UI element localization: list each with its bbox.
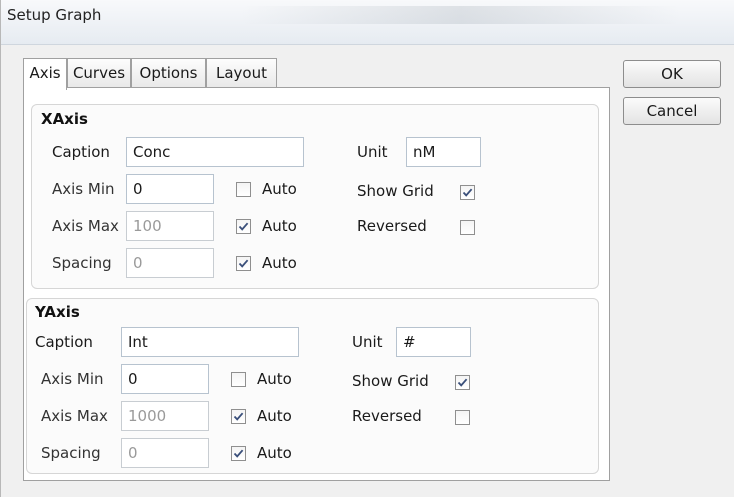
checkmark-icon [233,412,244,421]
checkmark-icon [457,378,468,387]
yaxis-min-auto-checkbox[interactable] [231,372,246,387]
yaxis-caption-input[interactable]: Int [121,327,299,357]
xaxis-caption-input[interactable]: Conc [126,137,304,167]
yaxis-reversed-label: Reversed [352,407,422,425]
window-title: Setup Graph [7,6,102,24]
yaxis-max-auto-checkbox[interactable] [231,409,246,424]
xaxis-spacing-label: Spacing [52,254,112,272]
yaxis-min-auto-label: Auto [257,370,292,388]
xaxis-group-title: XAxis [41,110,88,128]
tab-axis[interactable]: Axis [23,58,67,90]
yaxis-spacing-input[interactable]: 0 [121,438,209,468]
xaxis-max-auto-label: Auto [262,217,297,235]
xaxis-group: XAxis Caption Conc Unit nM Axis Min 0 Au… [31,104,599,289]
yaxis-max-auto-label: Auto [257,407,292,425]
xaxis-show-grid-checkbox[interactable] [460,185,475,200]
xaxis-reversed-checkbox[interactable] [460,220,475,235]
checkmark-icon [462,188,473,197]
checkmark-icon [238,259,249,268]
xaxis-spacing-auto-label: Auto [262,254,297,272]
xaxis-min-input[interactable]: 0 [126,174,214,204]
xaxis-max-label: Axis Max [52,217,119,235]
yaxis-show-grid-checkbox[interactable] [455,375,470,390]
title-bar: Setup Graph [1,0,734,45]
xaxis-unit-input[interactable]: nM [406,137,481,167]
title-bar-blur [241,6,681,24]
xaxis-min-auto-label: Auto [262,180,297,198]
ok-button[interactable]: OK [623,60,721,88]
xaxis-spacing-input[interactable]: 0 [126,248,214,278]
axis-tab-panel: XAxis Caption Conc Unit nM Axis Min 0 Au… [23,87,610,481]
yaxis-spacing-label: Spacing [41,444,101,462]
xaxis-unit-label: Unit [357,143,388,161]
xaxis-min-auto-checkbox[interactable] [236,182,251,197]
xaxis-reversed-label: Reversed [357,217,427,235]
yaxis-spacing-auto-label: Auto [257,444,292,462]
xaxis-caption-label: Caption [52,143,110,161]
yaxis-max-label: Axis Max [41,407,108,425]
yaxis-spacing-auto-checkbox[interactable] [231,446,246,461]
yaxis-max-input[interactable]: 1000 [121,401,209,431]
yaxis-reversed-checkbox[interactable] [455,410,470,425]
xaxis-max-input[interactable]: 100 [126,211,214,241]
tab-curves[interactable]: Curves [67,58,131,88]
xaxis-spacing-auto-checkbox[interactable] [236,256,251,271]
tab-layout[interactable]: Layout [206,58,277,88]
checkmark-icon [238,222,249,231]
tab-options[interactable]: Options [131,58,206,88]
xaxis-show-grid-label: Show Grid [357,182,434,200]
yaxis-min-input[interactable]: 0 [121,364,209,394]
yaxis-group: YAxis Caption Int Unit # Axis Min 0 Auto… [26,298,599,474]
yaxis-show-grid-label: Show Grid [352,372,429,390]
xaxis-min-label: Axis Min [52,180,115,198]
xaxis-max-auto-checkbox[interactable] [236,219,251,234]
cancel-button[interactable]: Cancel [623,97,721,125]
yaxis-group-title: YAxis [35,303,80,321]
yaxis-caption-label: Caption [35,333,93,351]
setup-graph-dialog: Setup Graph Axis Curves Options Layout X… [0,0,734,497]
checkmark-icon [233,449,244,458]
yaxis-unit-label: Unit [352,333,383,351]
yaxis-min-label: Axis Min [41,370,104,388]
yaxis-unit-input[interactable]: # [396,327,471,357]
